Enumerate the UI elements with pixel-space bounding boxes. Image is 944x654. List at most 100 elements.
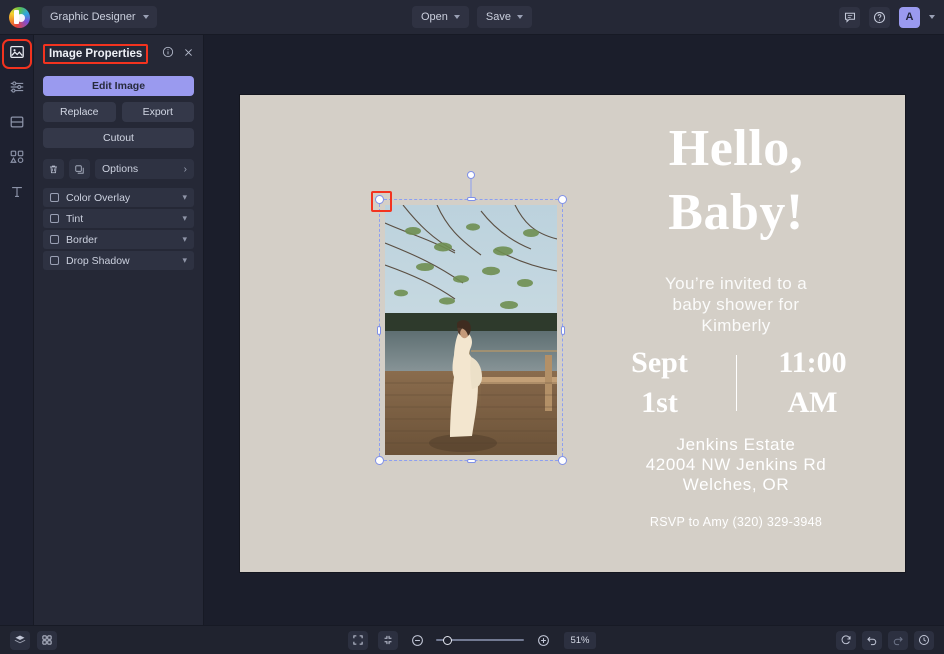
effect-label: Color Overlay	[66, 191, 131, 204]
zoom-level-value[interactable]: 51%	[564, 631, 596, 649]
reset-icon[interactable]	[836, 630, 856, 650]
replace-export-row: Replace Export	[43, 102, 194, 122]
options-label: Options	[102, 163, 139, 175]
venue-line-2: 42004 NW Jenkins Rd	[645, 455, 827, 474]
design-rsvp[interactable]: RSVP to Amy (320) 329-3948	[576, 515, 896, 529]
object-actions-row: Options ›	[43, 159, 194, 179]
artboard[interactable]: Hello, Baby! You’re invited to a baby sh…	[240, 95, 905, 572]
panel-header: Image Properties	[43, 43, 194, 65]
design-date-time[interactable]: Sept 1st 11:00 AM	[576, 343, 896, 423]
checkbox[interactable]	[50, 214, 59, 223]
time-line-1: 11:00	[778, 346, 847, 379]
fit-to-screen-icon[interactable]	[348, 630, 368, 650]
info-circle-icon[interactable]	[162, 45, 174, 63]
zoom-in-icon[interactable]	[534, 631, 552, 649]
design-subtext[interactable]: You’re invited to a baby shower for Kimb…	[576, 273, 896, 336]
undo-icon[interactable]	[862, 630, 882, 650]
chevron-down-icon	[142, 15, 149, 19]
subtext-line-2: baby shower for	[672, 295, 800, 314]
sliders-icon	[9, 79, 25, 100]
sidebar-item-frames-tool[interactable]	[5, 112, 29, 136]
replace-button[interactable]: Replace	[43, 102, 116, 122]
resize-handle-top-center[interactable]	[466, 197, 476, 201]
date-line-1: Sept	[631, 346, 688, 379]
sidebar-item-graphics-tool[interactable]	[5, 147, 29, 171]
shapes-icon	[9, 149, 25, 170]
resize-handle-middle-left[interactable]	[377, 325, 381, 335]
chevron-down-icon[interactable]: ▾	[182, 255, 187, 266]
image-icon	[9, 44, 25, 65]
edit-image-button[interactable]: Edit Image	[43, 76, 194, 96]
sidebar-item-text-tool[interactable]	[5, 182, 29, 206]
zoom-slider[interactable]	[436, 631, 524, 649]
open-button[interactable]: Open	[412, 6, 469, 28]
effect-label: Border	[66, 233, 98, 246]
open-label: Open	[421, 11, 448, 23]
headline-line-2: Baby!	[668, 184, 804, 241]
chevron-right-icon: ›	[183, 163, 187, 175]
sidebar-item-image-tool[interactable]	[1, 39, 32, 69]
save-button[interactable]: Save	[476, 6, 532, 28]
effect-border[interactable]: Border ▾	[43, 230, 194, 249]
cutout-button[interactable]: Cutout	[43, 128, 194, 148]
time-line-2: AM	[787, 386, 838, 419]
chat-bubble-icon[interactable]	[839, 6, 860, 28]
app-window: Graphic Designer Open Save A Image Prope…	[0, 0, 944, 654]
chevron-down-icon	[453, 15, 460, 19]
file-actions: Open Save	[412, 6, 532, 28]
page-title: Image Properties	[43, 44, 149, 64]
zoom-out-icon[interactable]	[408, 631, 426, 649]
effect-tint[interactable]: Tint ▾	[43, 209, 194, 228]
actual-size-icon[interactable]	[378, 630, 398, 650]
question-circle-icon[interactable]	[869, 6, 890, 28]
design-time: 11:00 AM	[743, 343, 883, 423]
resize-handle-bottom-right[interactable]	[558, 456, 567, 465]
sidebar-item-adjust-tool[interactable]	[5, 77, 29, 101]
options-button[interactable]: Options ›	[95, 159, 194, 179]
tool-rail	[0, 35, 34, 625]
effect-drop-shadow[interactable]: Drop Shadow ▾	[43, 251, 194, 270]
mode-selector[interactable]: Graphic Designer	[42, 6, 157, 28]
layers-icon[interactable]	[10, 630, 30, 650]
resize-handle-middle-right[interactable]	[561, 325, 565, 335]
history-controls	[836, 630, 934, 650]
design-headline[interactable]: Hello, Baby!	[576, 117, 896, 245]
resize-handle-bottom-center[interactable]	[466, 459, 476, 463]
subtext-line-1: You’re invited to a	[664, 274, 808, 293]
chevron-down-icon[interactable]	[929, 15, 935, 19]
checkbox[interactable]	[50, 193, 59, 202]
close-x-icon[interactable]	[183, 45, 194, 63]
effect-color-overlay[interactable]: Color Overlay ▾	[43, 188, 194, 207]
vertical-divider	[735, 355, 737, 411]
avatar[interactable]: A	[899, 6, 920, 28]
workspace: Image Properties Edit Image Replace Expo…	[0, 35, 944, 625]
checkbox[interactable]	[50, 256, 59, 265]
resize-handle-bottom-left[interactable]	[375, 456, 384, 465]
venue-line-3: Welches, OR	[682, 475, 790, 494]
design-venue[interactable]: Jenkins Estate 42004 NW Jenkins Rd Welch…	[576, 435, 896, 495]
redo-icon[interactable]	[888, 630, 908, 650]
save-label: Save	[485, 11, 511, 23]
chevron-down-icon[interactable]: ▾	[182, 192, 187, 203]
canvas-area[interactable]: Hello, Baby! You’re invited to a baby sh…	[204, 35, 944, 625]
chevron-down-icon[interactable]: ▾	[182, 213, 187, 224]
export-button[interactable]: Export	[121, 102, 194, 122]
resize-handle-top-right[interactable]	[558, 195, 567, 204]
befunky-logo-icon[interactable]	[9, 6, 30, 28]
annotation-box-top-left-handle	[371, 191, 392, 212]
history-clock-icon[interactable]	[914, 630, 934, 650]
bottom-left-tools	[10, 630, 57, 650]
chevron-down-icon[interactable]: ▾	[182, 234, 187, 245]
grid-icon[interactable]	[37, 630, 57, 650]
rotate-handle[interactable]	[467, 171, 475, 179]
slider-knob[interactable]	[443, 635, 453, 645]
account-actions: A	[839, 6, 935, 28]
trash-icon[interactable]	[43, 159, 64, 179]
duplicate-icon[interactable]	[69, 159, 90, 179]
checkbox[interactable]	[50, 235, 59, 244]
bottom-status-bar: 51%	[0, 625, 944, 654]
design-date: Sept 1st	[590, 343, 730, 423]
subtext-line-3: Kimberly	[701, 316, 771, 335]
selected-image-object[interactable]	[371, 171, 567, 465]
date-line-2: 1st	[641, 386, 678, 419]
